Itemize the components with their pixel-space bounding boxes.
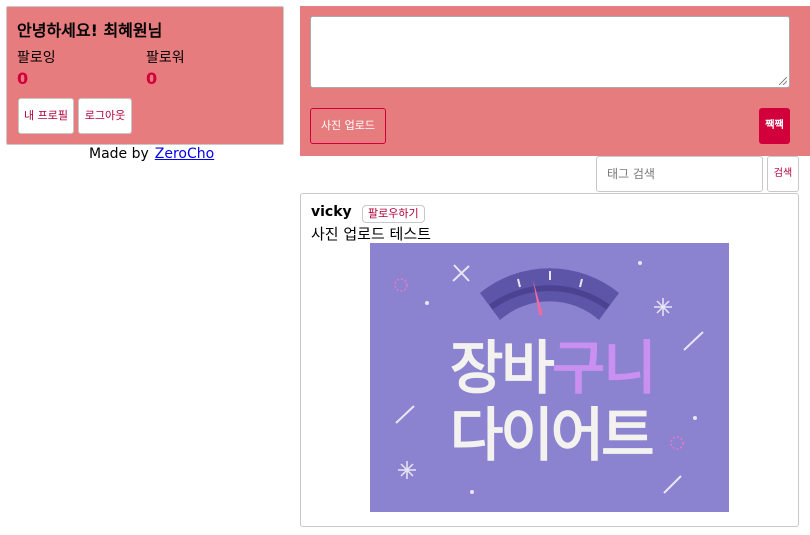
post-image: 장바 구니 다이어트	[370, 243, 729, 512]
search-button[interactable]: 검색	[767, 156, 799, 192]
made-by-label: Made by	[89, 146, 149, 162]
image-title-line1-right: 구니	[552, 334, 655, 402]
tag-search-input[interactable]: 태그 검색	[596, 156, 763, 192]
logout-button[interactable]: 로그아웃	[78, 98, 132, 134]
followers-label: 팔로워	[146, 50, 185, 66]
post-author[interactable]: vicky	[311, 204, 352, 220]
post-content: 사진 업로드 테스트	[311, 225, 431, 243]
author-link[interactable]: ZeroCho	[155, 146, 214, 162]
following-label: 팔로잉	[17, 50, 56, 66]
resize-grip-icon[interactable]	[779, 77, 787, 85]
follow-button[interactable]: 팔로우하기	[362, 205, 425, 223]
greeting: 안녕하세요! 최혜원님	[17, 21, 163, 40]
image-title-line2: 다이어트	[450, 401, 653, 469]
image-title-line1-left: 장바	[450, 334, 554, 402]
following-stat: 팔로잉 0	[17, 47, 56, 88]
following-count: 0	[17, 69, 29, 88]
post-form: 사진 업로드 짹짹	[300, 6, 810, 156]
post-card: vicky 팔로우하기 사진 업로드 테스트 장바 구니 다이어트	[300, 193, 799, 527]
profile-card: 안녕하세요! 최혜원님 팔로잉 0 팔로워 0 내 프로필 로그아웃	[6, 6, 284, 145]
submit-post-button[interactable]: 짹짹	[759, 108, 790, 144]
post-textarea[interactable]	[310, 16, 790, 88]
made-by-footer: Made by ZeroCho	[89, 146, 214, 162]
followers-count: 0	[146, 69, 158, 88]
image-upload-button[interactable]: 사진 업로드	[310, 108, 386, 144]
my-profile-button[interactable]: 내 프로필	[18, 98, 74, 134]
followers-stat: 팔로워 0	[146, 47, 185, 88]
